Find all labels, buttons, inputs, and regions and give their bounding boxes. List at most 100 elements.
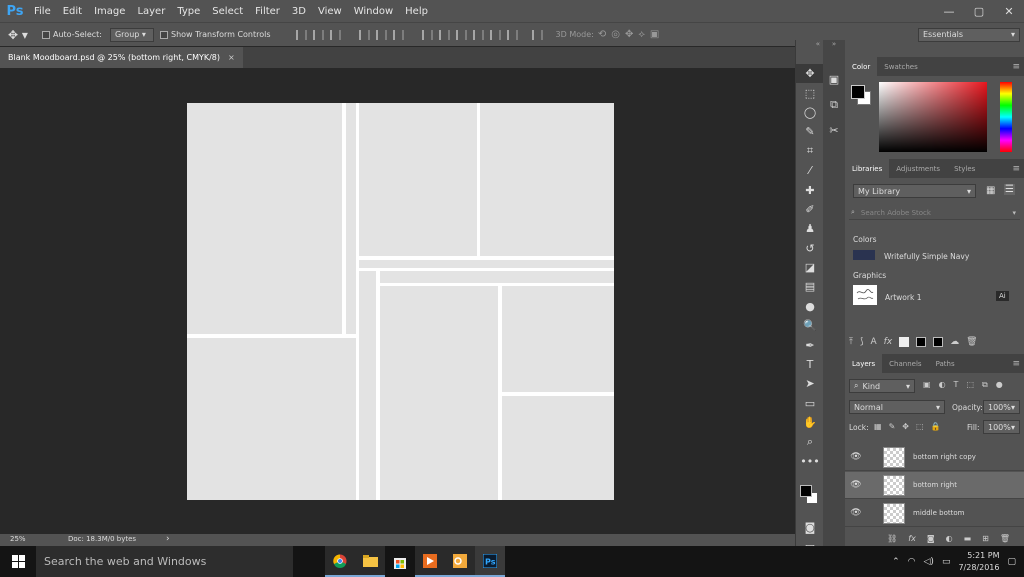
align-bottom-icon[interactable] bbox=[329, 29, 341, 40]
tab-libraries[interactable]: Libraries bbox=[845, 159, 890, 178]
rectangle-tool-icon[interactable]: ▭ bbox=[796, 394, 824, 413]
tab-paths[interactable]: Paths bbox=[929, 354, 962, 373]
menu-image[interactable]: Image bbox=[88, 6, 131, 17]
lock-pixels-icon[interactable]: ✎ bbox=[889, 422, 896, 431]
fill-field[interactable]: 100% ▾ bbox=[983, 420, 1020, 434]
menu-edit[interactable]: Edit bbox=[57, 6, 88, 17]
add-layer-style-icon[interactable]: fx bbox=[884, 337, 893, 347]
chrome-icon[interactable] bbox=[325, 546, 355, 577]
layer-style-icon[interactable]: fx bbox=[908, 534, 916, 543]
windows-start-button[interactable] bbox=[0, 555, 36, 568]
quick-select-tool-icon[interactable]: ✎ bbox=[796, 122, 824, 141]
menu-type[interactable]: Type bbox=[171, 6, 206, 17]
adjustment-layer-icon[interactable]: ◐ bbox=[946, 534, 953, 543]
tab-adjustments[interactable]: Adjustments bbox=[889, 159, 947, 178]
auto-select-dropdown[interactable]: Group ▾ bbox=[109, 27, 154, 42]
grid-view-icon[interactable]: ▦ bbox=[986, 185, 995, 196]
layer-row[interactable]: 👁 bottom right copy bbox=[845, 444, 1024, 471]
moodboard-frame-middle-bottom[interactable] bbox=[380, 286, 498, 500]
clock[interactable]: 5:21 PM 7/28/2016 bbox=[958, 550, 999, 574]
color-item-label[interactable]: Writefully Simple Navy bbox=[884, 252, 969, 261]
new-layer-icon[interactable]: ⊞ bbox=[982, 534, 989, 543]
tab-channels[interactable]: Channels bbox=[882, 354, 928, 373]
link-layers-icon[interactable]: ⛓ bbox=[887, 534, 897, 543]
color-field[interactable] bbox=[879, 82, 987, 152]
brush-tool-icon[interactable]: ✐ bbox=[796, 200, 824, 219]
close-button[interactable]: ✕ bbox=[994, 5, 1024, 18]
blur-tool-icon[interactable]: ● bbox=[796, 297, 824, 316]
layer-thumbnail[interactable] bbox=[883, 474, 905, 496]
lock-artboard-icon[interactable]: ⬚ bbox=[916, 422, 924, 431]
menu-window[interactable]: Window bbox=[348, 6, 399, 17]
tab-color[interactable]: Color bbox=[845, 57, 878, 76]
filter-smart-icon[interactable]: ⧉ bbox=[982, 380, 988, 390]
layer-name[interactable]: bottom right copy bbox=[913, 453, 976, 461]
hue-slider[interactable] bbox=[1000, 82, 1012, 152]
tab-styles[interactable]: Styles bbox=[947, 159, 982, 178]
library-trash-icon[interactable]: 🗑 bbox=[966, 337, 977, 347]
auto-align-icon[interactable] bbox=[531, 29, 543, 40]
lock-all-icon[interactable]: 🔒 bbox=[931, 422, 941, 431]
menu-file[interactable]: File bbox=[28, 6, 57, 17]
store-icon[interactable] bbox=[385, 546, 415, 577]
quick-mask-icon[interactable]: ◙ bbox=[796, 518, 824, 537]
menu-3d[interactable]: 3D bbox=[286, 6, 312, 17]
visibility-eye-icon[interactable]: 👁 bbox=[845, 480, 867, 490]
distribute-bottom-icon[interactable] bbox=[455, 29, 467, 40]
notification-icon[interactable]: ▭ bbox=[942, 557, 951, 567]
history-panel-icon[interactable]: ▣ bbox=[823, 70, 845, 89]
moodboard-frame-strip-lower[interactable] bbox=[380, 271, 614, 283]
distribute-vcenter-icon[interactable] bbox=[438, 29, 450, 40]
menu-view[interactable]: View bbox=[312, 6, 348, 17]
wifi-icon[interactable]: ◠ bbox=[908, 557, 916, 567]
pen-tool-icon[interactable]: ✒ bbox=[796, 335, 824, 354]
align-top-icon[interactable] bbox=[295, 29, 307, 40]
add-color-icon[interactable] bbox=[933, 337, 944, 347]
moodboard-frame-top-middle[interactable] bbox=[359, 103, 477, 256]
filter-toggle-icon[interactable]: ● bbox=[996, 380, 1003, 390]
libraries-panel-menu-icon[interactable]: ≡ bbox=[1012, 164, 1020, 174]
distribute-top-icon[interactable] bbox=[421, 29, 433, 40]
add-content-icon[interactable]: ⤒ bbox=[849, 337, 853, 347]
lock-transparent-icon[interactable]: ▦ bbox=[874, 422, 882, 431]
layer-name[interactable]: bottom right bbox=[913, 481, 957, 489]
opacity-field[interactable]: 100% ▾ bbox=[983, 400, 1020, 414]
properties-panel-icon[interactable]: ⧉ bbox=[823, 95, 845, 114]
add-fill-color-icon[interactable] bbox=[899, 337, 910, 347]
marquee-tool-icon[interactable]: ⬚ bbox=[796, 83, 824, 102]
type-tool-icon[interactable]: T bbox=[796, 355, 824, 374]
photoshop-taskbar-icon[interactable]: Ps bbox=[475, 546, 505, 577]
lasso-tool-icon[interactable]: ◯ bbox=[796, 103, 824, 122]
menu-help[interactable]: Help bbox=[399, 6, 434, 17]
distribute-hcenter-icon[interactable] bbox=[489, 29, 501, 40]
align-right-icon[interactable] bbox=[392, 29, 404, 40]
delete-layer-icon[interactable]: 🗑 bbox=[1000, 534, 1010, 543]
search-dropdown-icon[interactable]: ▾ bbox=[1012, 209, 1016, 217]
align-hcenter-icon[interactable] bbox=[375, 29, 387, 40]
tab-layers[interactable]: Layers bbox=[845, 354, 883, 373]
strip-collapse-icon[interactable]: » bbox=[823, 40, 845, 50]
artwork-thumbnail[interactable] bbox=[853, 285, 877, 305]
color-swatches[interactable] bbox=[799, 484, 821, 506]
move-tool-icon[interactable]: ✥ bbox=[796, 64, 824, 84]
document-tab[interactable]: Blank Moodboard.psd @ 25% (bottom right,… bbox=[0, 47, 243, 68]
tool-presets-panel-icon[interactable]: ✂ bbox=[823, 121, 845, 140]
graphic-item-label[interactable]: Artwork 1 bbox=[885, 293, 921, 302]
color-panel-foreground[interactable] bbox=[851, 85, 865, 99]
filter-shape-icon[interactable]: ⬚ bbox=[966, 380, 974, 390]
action-center-icon[interactable]: ▢ bbox=[1007, 557, 1016, 567]
hand-tool-icon[interactable]: ✋ bbox=[796, 413, 824, 432]
filter-type-icon[interactable]: T bbox=[954, 380, 959, 390]
moodboard-frame-strip-bottom[interactable] bbox=[359, 271, 376, 500]
filter-pixel-icon[interactable]: ▣ bbox=[923, 380, 931, 390]
add-foreground-color-icon[interactable] bbox=[916, 337, 927, 347]
layer-filter-dropdown[interactable]: ⌕ Kind ▾ bbox=[849, 379, 915, 393]
volume-icon[interactable]: ◁) bbox=[924, 557, 934, 567]
layer-name[interactable]: middle bottom bbox=[913, 509, 964, 517]
transform-controls-checkbox[interactable] bbox=[159, 30, 168, 39]
add-mask-icon[interactable]: ◙ bbox=[927, 534, 935, 543]
align-left-icon[interactable] bbox=[358, 29, 370, 40]
moodboard-frame-top-right[interactable] bbox=[480, 103, 614, 256]
status-menu-arrow[interactable]: › bbox=[166, 534, 170, 544]
taskbar-search-box[interactable]: Search the web and Windows bbox=[36, 546, 293, 577]
